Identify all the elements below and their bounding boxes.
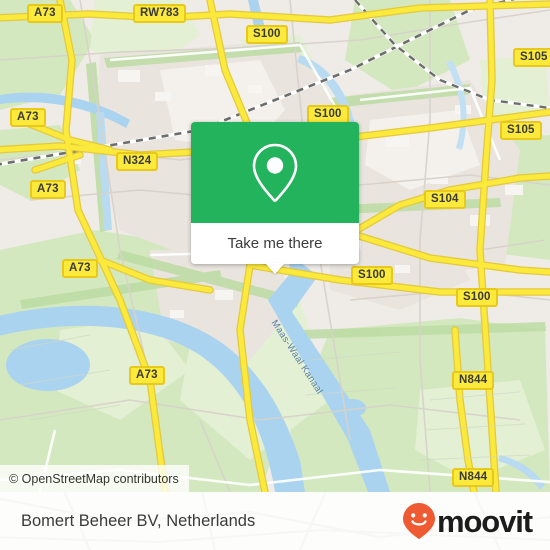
moovit-smiley-pin-icon [402, 503, 435, 539]
road-shield: S100 [456, 288, 498, 307]
place-title: Bomert Beheer BV, Netherlands [21, 492, 255, 550]
card-pin-area [191, 122, 359, 223]
take-me-there-label: Take me there [227, 235, 323, 252]
moovit-wordmark: moovit [436, 503, 533, 539]
take-me-there-card[interactable]: Take me there [191, 122, 359, 274]
place-title-text: Bomert Beheer BV, Netherlands [21, 511, 256, 530]
road-shield: S100 [351, 266, 393, 285]
card-tail [265, 263, 285, 274]
road-shield: A73 [129, 366, 165, 385]
osm-attribution-text: © OpenStreetMap contributors [9, 471, 179, 486]
osm-attribution[interactable]: © OpenStreetMap contributors [0, 465, 189, 492]
map-canvas[interactable]: A73 RW783 S100 S105 A73 S100 S105 N324 A… [0, 0, 550, 492]
road-shield: S104 [424, 190, 466, 209]
moovit-map-screenshot: A73 RW783 S100 S105 A73 S100 S105 N324 A… [0, 0, 550, 550]
road-shield: N844 [452, 371, 495, 390]
road-shield: N324 [116, 152, 159, 171]
road-shield: S100 [246, 25, 288, 44]
road-shield: S105 [513, 48, 550, 67]
road-shield: A73 [10, 108, 46, 127]
road-shield: N844 [452, 468, 495, 487]
road-shield: S105 [500, 121, 542, 140]
moovit-brand[interactable]: moovit [402, 492, 533, 550]
road-shield: A73 [27, 4, 63, 23]
road-shield: A73 [62, 259, 98, 278]
road-shield: A73 [30, 180, 66, 199]
card-action-area[interactable]: Take me there [191, 223, 359, 274]
map-pin-icon [252, 143, 298, 202]
road-shield: RW783 [133, 4, 187, 23]
footer-bar: Bomert Beheer BV, Netherlands moovit [0, 492, 550, 550]
